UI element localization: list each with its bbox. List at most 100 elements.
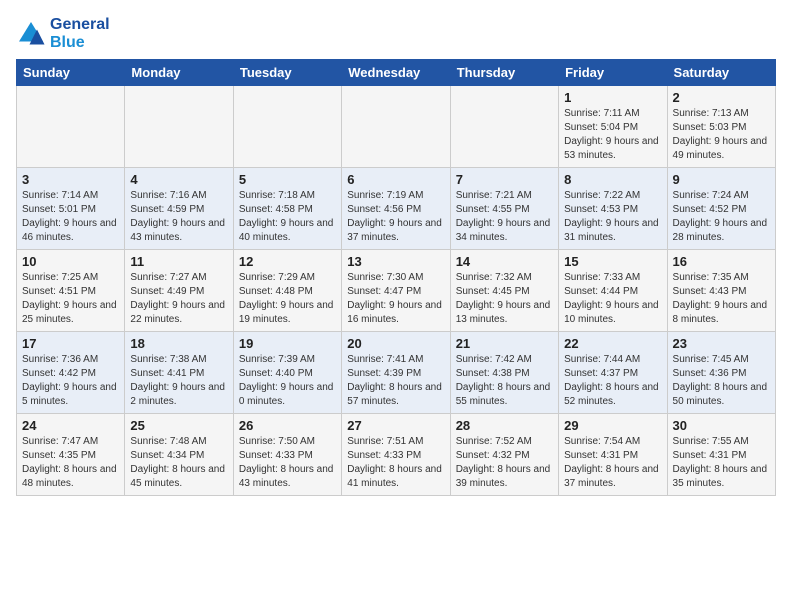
dow-header: Friday (559, 60, 667, 86)
calendar-cell: 8 Sunrise: 7:22 AM Sunset: 4:53 PM Daylig… (559, 168, 667, 250)
day-detail: Sunrise: 7:19 AM Sunset: 4:56 PM Dayligh… (347, 189, 444, 245)
day-detail: Sunrise: 7:21 AM Sunset: 4:55 PM Dayligh… (456, 189, 553, 245)
day-detail: Sunrise: 7:55 AM Sunset: 4:31 PM Dayligh… (673, 435, 770, 491)
calendar-cell: 22 Sunrise: 7:44 AM Sunset: 4:37 PM Dayli… (559, 332, 667, 414)
calendar-cell: 18 Sunrise: 7:38 AM Sunset: 4:41 PM Dayli… (125, 332, 233, 414)
day-detail: Sunrise: 7:50 AM Sunset: 4:33 PM Dayligh… (239, 435, 336, 491)
day-detail: Sunrise: 7:44 AM Sunset: 4:37 PM Dayligh… (564, 353, 661, 409)
calendar-table: SundayMondayTuesdayWednesdayThursdayFrid… (16, 59, 776, 496)
day-detail: Sunrise: 7:13 AM Sunset: 5:03 PM Dayligh… (673, 107, 770, 163)
day-number: 17 (22, 336, 119, 351)
day-detail: Sunrise: 7:25 AM Sunset: 4:51 PM Dayligh… (22, 271, 119, 327)
day-detail: Sunrise: 7:29 AM Sunset: 4:48 PM Dayligh… (239, 271, 336, 327)
day-number: 22 (564, 336, 661, 351)
day-detail: Sunrise: 7:24 AM Sunset: 4:52 PM Dayligh… (673, 189, 770, 245)
dow-header: Saturday (667, 60, 775, 86)
day-number: 13 (347, 254, 444, 269)
dow-header: Monday (125, 60, 233, 86)
calendar-cell: 29 Sunrise: 7:54 AM Sunset: 4:31 PM Dayli… (559, 414, 667, 496)
dow-header: Tuesday (233, 60, 341, 86)
day-detail: Sunrise: 7:51 AM Sunset: 4:33 PM Dayligh… (347, 435, 444, 491)
day-number: 14 (456, 254, 553, 269)
calendar-cell: 28Sunrise: 7:52 AM Sunset: 4:32 PM Dayli… (450, 414, 558, 496)
day-detail: Sunrise: 7:36 AM Sunset: 4:42 PM Dayligh… (22, 353, 119, 409)
day-of-week-row: SundayMondayTuesdayWednesdayThursdayFrid… (17, 60, 776, 86)
calendar-cell: 10 Sunrise: 7:25 AM Sunset: 4:51 PM Dayli… (17, 250, 125, 332)
day-number: 1 (564, 90, 661, 105)
day-number: 20 (347, 336, 444, 351)
calendar-cell: 7Sunrise: 7:21 AM Sunset: 4:55 PM Daylig… (450, 168, 558, 250)
day-detail: Sunrise: 7:11 AM Sunset: 5:04 PM Dayligh… (564, 107, 661, 163)
day-detail: Sunrise: 7:38 AM Sunset: 4:41 PM Dayligh… (130, 353, 227, 409)
day-detail: Sunrise: 7:41 AM Sunset: 4:39 PM Dayligh… (347, 353, 444, 409)
calendar-cell: 24 Sunrise: 7:47 AM Sunset: 4:35 PM Dayli… (17, 414, 125, 496)
calendar-week-row: 10 Sunrise: 7:25 AM Sunset: 4:51 PM Dayli… (17, 250, 776, 332)
day-number: 9 (673, 172, 770, 187)
day-number: 5 (239, 172, 336, 187)
calendar-cell: 12 Sunrise: 7:29 AM Sunset: 4:48 PM Dayli… (233, 250, 341, 332)
calendar-cell: 3 Sunrise: 7:14 AM Sunset: 5:01 PM Daylig… (17, 168, 125, 250)
day-number: 25 (130, 418, 227, 433)
day-number: 19 (239, 336, 336, 351)
calendar-cell: 23 Sunrise: 7:45 AM Sunset: 4:36 PM Dayli… (667, 332, 775, 414)
day-number: 23 (673, 336, 770, 351)
day-detail: Sunrise: 7:16 AM Sunset: 4:59 PM Dayligh… (130, 189, 227, 245)
day-number: 30 (673, 418, 770, 433)
calendar-cell: 5 Sunrise: 7:18 AM Sunset: 4:58 PM Daylig… (233, 168, 341, 250)
day-detail: Sunrise: 7:35 AM Sunset: 4:43 PM Dayligh… (673, 271, 770, 327)
logo-icon (16, 19, 46, 49)
dow-header: Sunday (17, 60, 125, 86)
calendar-cell (17, 86, 125, 168)
calendar-week-row: 3 Sunrise: 7:14 AM Sunset: 5:01 PM Daylig… (17, 168, 776, 250)
day-number: 10 (22, 254, 119, 269)
calendar-cell: 27Sunrise: 7:51 AM Sunset: 4:33 PM Dayli… (342, 414, 450, 496)
day-detail: Sunrise: 7:45 AM Sunset: 4:36 PM Dayligh… (673, 353, 770, 409)
day-detail: Sunrise: 7:48 AM Sunset: 4:34 PM Dayligh… (130, 435, 227, 491)
logo-text: General Blue (50, 16, 110, 51)
calendar-week-row: 1 Sunrise: 7:11 AM Sunset: 5:04 PM Daylig… (17, 86, 776, 168)
day-detail: Sunrise: 7:54 AM Sunset: 4:31 PM Dayligh… (564, 435, 661, 491)
day-number: 24 (22, 418, 119, 433)
calendar-cell: 1 Sunrise: 7:11 AM Sunset: 5:04 PM Daylig… (559, 86, 667, 168)
day-number: 21 (456, 336, 553, 351)
day-detail: Sunrise: 7:33 AM Sunset: 4:44 PM Dayligh… (564, 271, 661, 327)
logo: General Blue (16, 16, 110, 51)
calendar-cell: 9 Sunrise: 7:24 AM Sunset: 4:52 PM Daylig… (667, 168, 775, 250)
calendar-cell: 21 Sunrise: 7:42 AM Sunset: 4:38 PM Dayli… (450, 332, 558, 414)
day-number: 29 (564, 418, 661, 433)
day-detail: Sunrise: 7:14 AM Sunset: 5:01 PM Dayligh… (22, 189, 119, 245)
calendar-cell: 13Sunrise: 7:30 AM Sunset: 4:47 PM Dayli… (342, 250, 450, 332)
day-number: 15 (564, 254, 661, 269)
calendar-cell: 25 Sunrise: 7:48 AM Sunset: 4:34 PM Dayli… (125, 414, 233, 496)
calendar-cell: 17 Sunrise: 7:36 AM Sunset: 4:42 PM Dayli… (17, 332, 125, 414)
calendar-cell: 19Sunrise: 7:39 AM Sunset: 4:40 PM Dayli… (233, 332, 341, 414)
calendar-cell: 30 Sunrise: 7:55 AM Sunset: 4:31 PM Dayli… (667, 414, 775, 496)
calendar-cell: 16 Sunrise: 7:35 AM Sunset: 4:43 PM Dayli… (667, 250, 775, 332)
day-number: 12 (239, 254, 336, 269)
day-number: 16 (673, 254, 770, 269)
day-detail: Sunrise: 7:47 AM Sunset: 4:35 PM Dayligh… (22, 435, 119, 491)
day-detail: Sunrise: 7:42 AM Sunset: 4:38 PM Dayligh… (456, 353, 553, 409)
calendar-cell (342, 86, 450, 168)
calendar-cell (125, 86, 233, 168)
calendar-body: 1 Sunrise: 7:11 AM Sunset: 5:04 PM Daylig… (17, 86, 776, 496)
day-number: 11 (130, 254, 227, 269)
day-number: 3 (22, 172, 119, 187)
day-detail: Sunrise: 7:22 AM Sunset: 4:53 PM Dayligh… (564, 189, 661, 245)
calendar-week-row: 17 Sunrise: 7:36 AM Sunset: 4:42 PM Dayli… (17, 332, 776, 414)
day-number: 4 (130, 172, 227, 187)
calendar-cell: 6Sunrise: 7:19 AM Sunset: 4:56 PM Daylig… (342, 168, 450, 250)
calendar-cell (450, 86, 558, 168)
day-number: 8 (564, 172, 661, 187)
day-number: 18 (130, 336, 227, 351)
calendar-week-row: 24 Sunrise: 7:47 AM Sunset: 4:35 PM Dayli… (17, 414, 776, 496)
day-detail: Sunrise: 7:18 AM Sunset: 4:58 PM Dayligh… (239, 189, 336, 245)
day-detail: Sunrise: 7:52 AM Sunset: 4:32 PM Dayligh… (456, 435, 553, 491)
calendar-cell: 4 Sunrise: 7:16 AM Sunset: 4:59 PM Daylig… (125, 168, 233, 250)
calendar-cell: 14 Sunrise: 7:32 AM Sunset: 4:45 PM Dayli… (450, 250, 558, 332)
calendar-cell: 15 Sunrise: 7:33 AM Sunset: 4:44 PM Dayli… (559, 250, 667, 332)
calendar-cell: 2 Sunrise: 7:13 AM Sunset: 5:03 PM Daylig… (667, 86, 775, 168)
day-detail: Sunrise: 7:32 AM Sunset: 4:45 PM Dayligh… (456, 271, 553, 327)
day-number: 2 (673, 90, 770, 105)
page-header: General Blue (16, 16, 776, 51)
